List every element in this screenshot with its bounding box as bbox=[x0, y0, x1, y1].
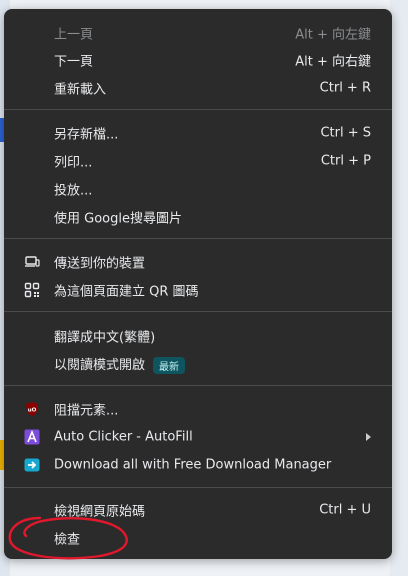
menu-item-label: 檢查 bbox=[54, 532, 81, 548]
submenu-arrow-icon bbox=[366, 433, 371, 441]
menu-separator bbox=[4, 385, 392, 386]
menu-item-shortcut: Ctrl + P bbox=[320, 153, 371, 169]
menu-item-label: 翻譯成中文(繁體) bbox=[54, 330, 156, 346]
menu-item-label: 另存新檔... bbox=[54, 127, 119, 143]
menu-item-shortcut: Ctrl + S bbox=[320, 125, 371, 141]
menu-item-reading-mode[interactable]: 以閱讀模式開啟 最新 bbox=[4, 350, 392, 378]
menu-item-view-source[interactable]: 檢視網頁原始碼 Ctrl + U bbox=[4, 496, 392, 524]
menu-item-back[interactable]: 上一頁 Alt + 向左鍵 bbox=[4, 19, 392, 47]
menu-item-search-images-google[interactable]: 使用 Google搜尋圖片 bbox=[4, 203, 392, 231]
reading-mode-label: 以閱讀模式開啟 bbox=[54, 358, 146, 373]
menu-item-shortcut: Ctrl + R bbox=[319, 80, 371, 96]
menu-item-label: 為這個頁面建立 QR 圖碼 bbox=[54, 284, 199, 300]
context-menu: 上一頁 Alt + 向左鍵 下一頁 Alt + 向右鍵 重新載入 Ctrl + … bbox=[4, 9, 392, 559]
menu-separator bbox=[4, 311, 392, 312]
menu-item-cast[interactable]: 投放... bbox=[4, 175, 392, 203]
menu-item-label: 投放... bbox=[54, 183, 93, 199]
menu-item-block-element[interactable]: uO 阻擋元素... bbox=[4, 395, 392, 423]
svg-text:uO: uO bbox=[28, 408, 37, 414]
qr-code-icon bbox=[24, 282, 40, 298]
menu-item-auto-clicker[interactable]: Auto Clicker - AutoFill bbox=[4, 423, 392, 451]
menu-item-label: Download all with Free Download Manager bbox=[54, 457, 332, 473]
menu-separator bbox=[4, 238, 392, 239]
background-right-edge bbox=[390, 0, 408, 576]
menu-item-label: 重新載入 bbox=[54, 82, 107, 98]
menu-item-forward[interactable]: 下一頁 Alt + 向右鍵 bbox=[4, 46, 392, 74]
menu-item-shortcut: Ctrl + U bbox=[319, 502, 371, 518]
menu-item-free-download-manager[interactable]: Download all with Free Download Manager bbox=[4, 451, 392, 479]
menu-item-translate[interactable]: 翻譯成中文(繁體) bbox=[4, 322, 392, 350]
menu-item-label: 傳送到你的裝置 bbox=[54, 256, 146, 272]
ublock-origin-icon: uO bbox=[24, 401, 40, 417]
new-badge: 最新 bbox=[153, 357, 186, 374]
menu-item-create-qr[interactable]: 為這個頁面建立 QR 圖碼 bbox=[4, 276, 392, 304]
menu-item-label: 阻擋元素... bbox=[54, 403, 119, 419]
menu-item-shortcut: Alt + 向左鍵 bbox=[295, 27, 371, 43]
menu-item-label: 列印... bbox=[54, 155, 93, 171]
menu-item-reload[interactable]: 重新載入 Ctrl + R bbox=[4, 74, 392, 102]
autoclicker-icon bbox=[24, 429, 40, 445]
menu-separator bbox=[4, 487, 392, 488]
menu-item-inspect[interactable]: 檢查 bbox=[4, 524, 392, 552]
menu-item-label: 以閱讀模式開啟 最新 bbox=[54, 354, 186, 374]
menu-item-label: 下一頁 bbox=[54, 54, 94, 70]
menu-item-print[interactable]: 列印... Ctrl + P bbox=[4, 147, 392, 175]
devices-icon bbox=[24, 254, 40, 270]
menu-separator bbox=[4, 109, 392, 110]
menu-item-label: 檢視網頁原始碼 bbox=[54, 504, 146, 520]
menu-item-shortcut: Alt + 向右鍵 bbox=[295, 54, 371, 70]
free-download-manager-icon bbox=[24, 457, 40, 473]
menu-item-label: 上一頁 bbox=[54, 27, 94, 43]
menu-item-label: Auto Clicker - AutoFill bbox=[54, 429, 193, 445]
menu-item-send-to-devices[interactable]: 傳送到你的裝置 bbox=[4, 248, 392, 276]
menu-item-label: 使用 Google搜尋圖片 bbox=[54, 211, 182, 227]
menu-item-save-as[interactable]: 另存新檔... Ctrl + S bbox=[4, 119, 392, 147]
